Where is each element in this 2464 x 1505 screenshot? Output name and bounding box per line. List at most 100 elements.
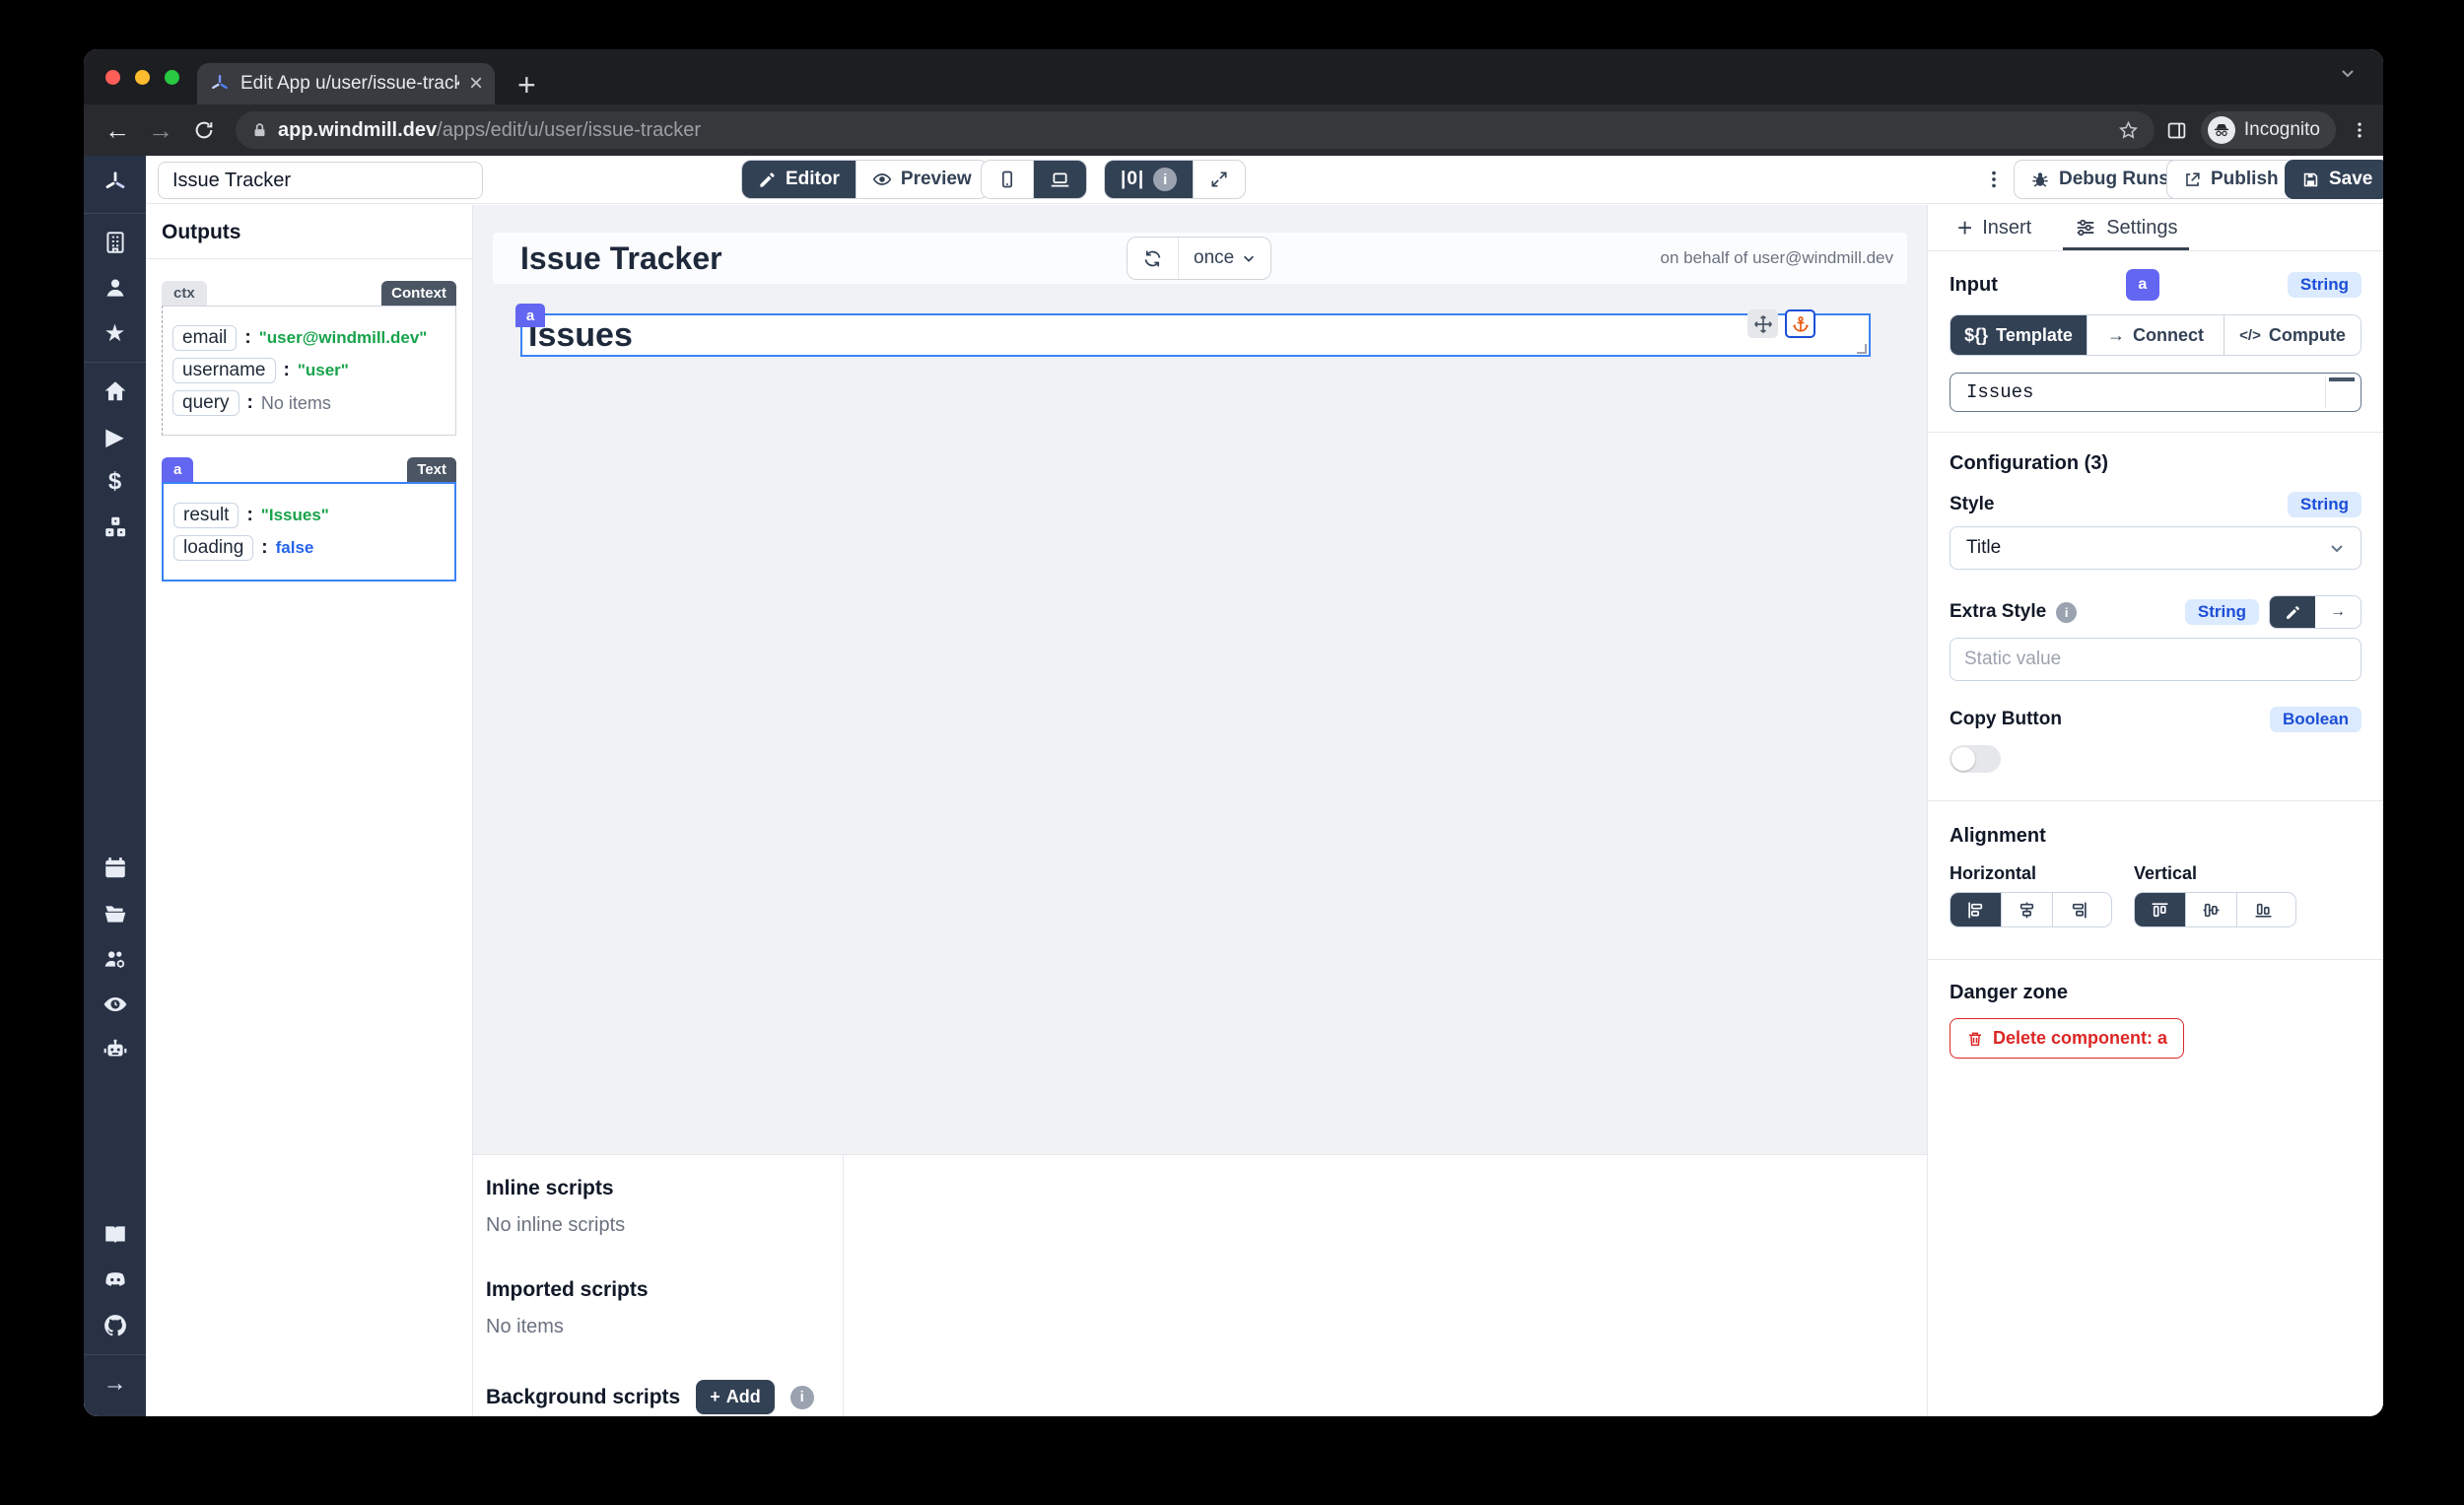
left-nav-rail: ★ ▶ $ [84,156,146,1416]
home-icon[interactable] [84,369,146,414]
browser-menu-kebab-icon[interactable] [2350,120,2369,140]
tab-close-icon[interactable]: × [469,72,483,96]
editor-mode-button[interactable]: Editor [742,161,856,198]
style-select[interactable]: Title [1950,526,2361,570]
back-icon[interactable]: ← [98,110,137,150]
collapse-sidebar-arrow-icon[interactable]: → [84,1361,146,1406]
configuration-title: Configuration (3) [1950,452,2361,475]
desktop-view-button[interactable] [1034,161,1086,198]
side-panel-icon[interactable] [2166,120,2187,141]
traffic-lights[interactable] [105,70,179,85]
delete-component-button[interactable]: Delete component: a [1950,1018,2184,1059]
phone-icon [997,170,1017,189]
editor-toolbar: Editor Preview |0| i [146,156,2383,204]
output-row-query[interactable]: query: No items [172,390,445,416]
url-omnibox[interactable]: app.windmill.dev/apps/edit/u/user/issue-… [236,111,2155,149]
folders-icon[interactable] [84,891,146,936]
copy-button-toggle[interactable] [1950,745,2001,773]
background-scripts-title: Background scripts [486,1386,680,1409]
info-icon[interactable]: i [1153,168,1177,191]
groups-users-gear-icon[interactable] [84,936,146,982]
workers-robot-icon[interactable] [84,1027,146,1072]
trash-icon [1966,1030,1984,1048]
resources-cubes-icon[interactable] [84,505,146,550]
docs-book-icon[interactable] [84,1212,146,1258]
user-icon[interactable] [84,265,146,310]
ctx-id-pill[interactable]: ctx [162,281,207,306]
extra-style-mode-toggle: → [2269,595,2361,629]
mobile-view-button[interactable] [982,161,1034,198]
template-tab[interactable]: ${}Template [1951,315,2088,355]
forward-icon[interactable]: → [141,110,180,150]
ctx-output-group: ctx Context email: "user@windmill.dev" u… [162,281,456,436]
scripts-panel: Inline scripts No inline scripts Importe… [473,1154,1927,1416]
component-id-tab[interactable]: a [515,304,545,327]
external-link-icon [2183,171,2202,189]
output-row-email[interactable]: email: "user@windmill.dev" [172,325,445,351]
browser-tab[interactable]: Edit App u/user/issue-tracker | × [197,63,495,104]
component-a-id-pill[interactable]: a [162,457,193,482]
refresh-mode-dropdown[interactable]: once [1179,238,1270,279]
info-icon[interactable]: i [790,1386,814,1409]
info-icon[interactable]: i [2056,602,2077,623]
chevron-down-icon [2329,540,2345,556]
output-row-result[interactable]: result: "Issues" [173,503,445,528]
favorites-star-icon[interactable]: ★ [84,310,146,356]
windmill-logo-icon[interactable] [84,160,146,205]
minimize-window-button[interactable] [135,70,150,85]
lock-icon [251,122,268,139]
preview-mode-button[interactable]: Preview [856,161,988,198]
component-a-output-box: result: "Issues" loading: false [162,482,456,581]
add-background-script-button[interactable]: + Add [696,1380,775,1414]
github-icon[interactable] [84,1303,146,1348]
vertical-align-group [2134,892,2296,927]
align-top-icon[interactable] [2135,893,2186,926]
refresh-button[interactable] [1128,238,1179,279]
resize-handle[interactable] [1857,344,1867,354]
discord-icon[interactable] [84,1258,146,1303]
tab-settings[interactable]: Settings [2075,205,2177,250]
anchor-icon[interactable] [1785,309,1815,338]
selected-text-component[interactable]: a Issues [520,313,1871,357]
align-bottom-icon[interactable] [2237,893,2289,926]
schedules-calendar-icon[interactable] [84,846,146,891]
tab-insert[interactable]: + Insert [1957,205,2031,250]
zoom-window-button[interactable] [165,70,179,85]
app-canvas[interactable]: Issue Tracker once on behalf of user@win… [473,205,1927,1416]
runs-play-icon[interactable]: ▶ [84,414,146,459]
workspace-icon[interactable] [84,220,146,265]
fullscreen-button[interactable] [1194,161,1245,198]
style-label: Style [1950,494,1994,515]
debug-runs-button[interactable]: Debug Runs [2014,160,2186,199]
plus-icon: + [710,1387,720,1407]
tab-search-chevron-icon[interactable] [2340,65,2356,81]
component-id-badge: a [2126,269,2159,301]
align-center-horizontal-icon[interactable] [2002,893,2053,926]
variables-dollar-icon[interactable]: $ [84,459,146,505]
align-right-icon[interactable] [2053,893,2104,926]
extra-style-input[interactable] [1950,638,2361,681]
app-name-input[interactable] [158,162,483,199]
more-options-kebab-icon[interactable] [1983,166,2005,193]
bookmark-star-icon[interactable] [2118,120,2139,141]
new-tab-button[interactable]: + [517,67,536,103]
connect-tab[interactable]: →Connect [2088,315,2224,355]
publish-button[interactable]: Publish [2166,160,2295,199]
output-row-loading[interactable]: loading: false [173,535,445,561]
connect-arrow-icon[interactable]: → [2315,596,2361,628]
align-left-icon[interactable] [1951,893,2002,926]
reload-icon[interactable] [184,110,224,150]
align-center-vertical-icon[interactable] [2186,893,2237,926]
canvas-header: Issue Tracker once on behalf of user@win… [493,233,1907,284]
static-edit-pencil-icon[interactable] [2270,596,2315,628]
output-row-username[interactable]: username: "user" [172,358,445,383]
close-window-button[interactable] [105,70,120,85]
audit-logs-eye-icon[interactable] [84,982,146,1027]
grid-lines-button[interactable]: |0| i [1105,161,1194,198]
compute-tab[interactable]: </>Compute [2224,315,2361,355]
save-button[interactable]: Save [2285,160,2383,199]
input-mode-tabs: ${}Template →Connect </>Compute [1950,314,2361,356]
arrow-right-icon: → [2107,325,2125,346]
move-handle-icon[interactable] [1747,309,1778,338]
template-code-input[interactable]: Issues [1950,373,2361,412]
